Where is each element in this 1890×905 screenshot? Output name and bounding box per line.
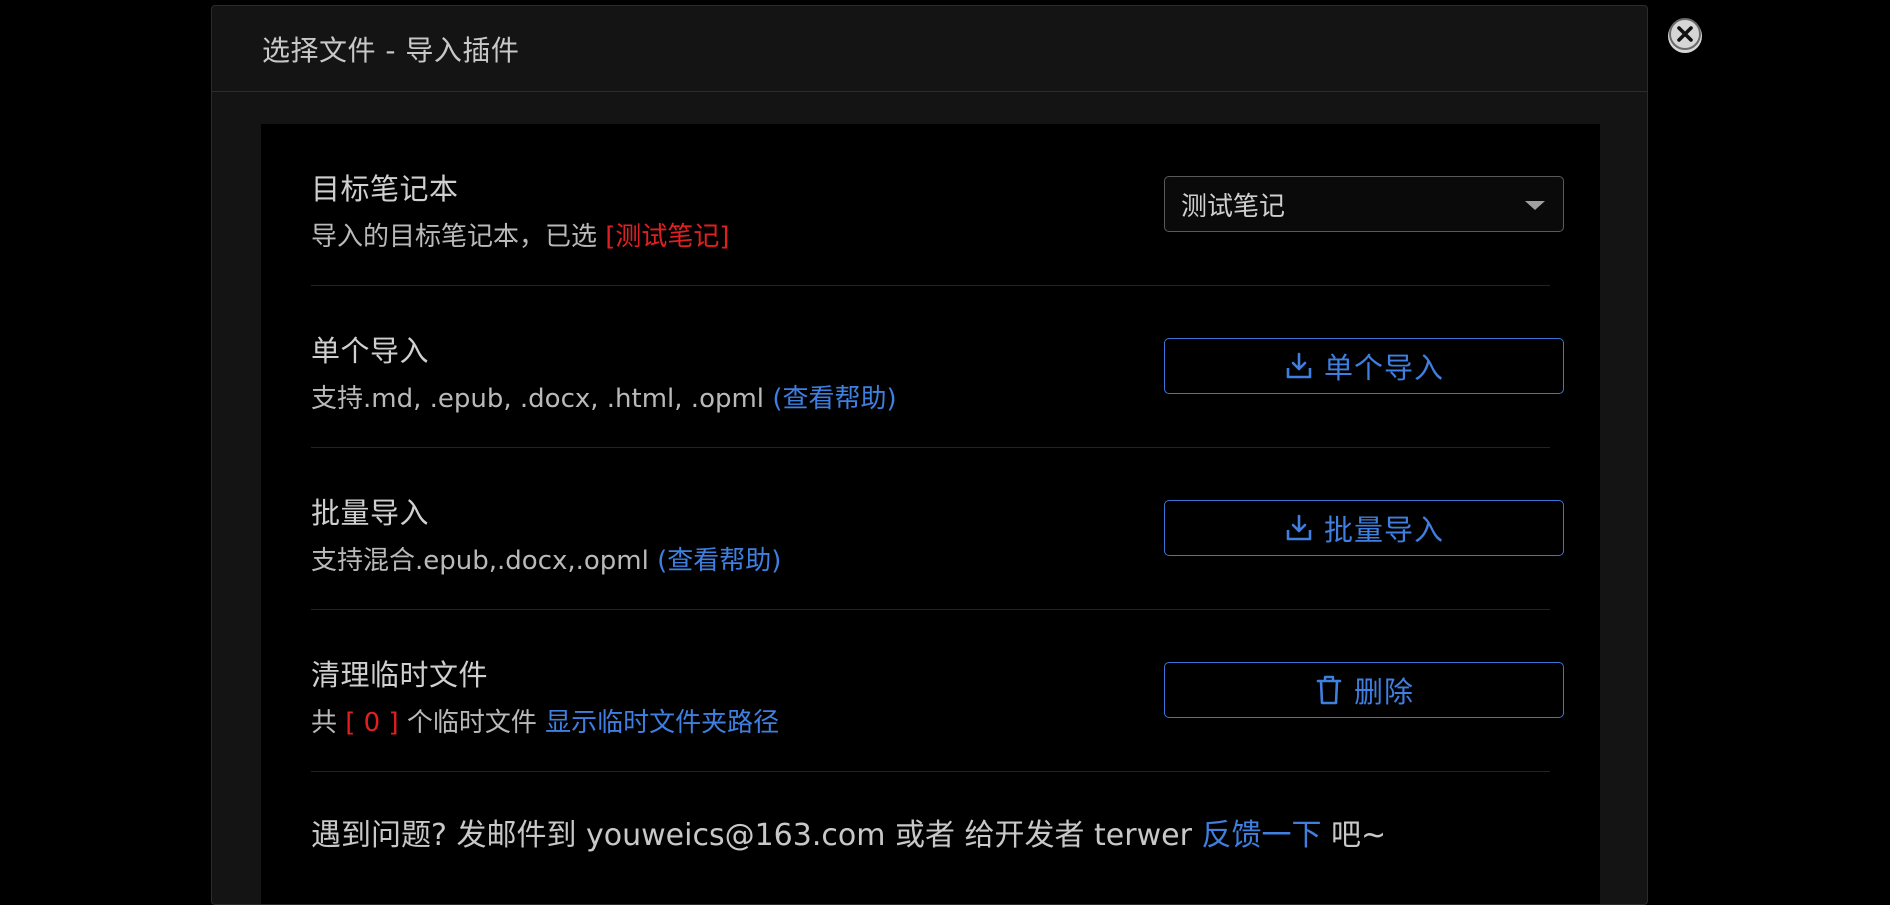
single-import-button-label: 单个导入 xyxy=(1323,351,1444,385)
single-import-desc-text: 支持.md, .epub, .docx, .html, .opml xyxy=(311,384,773,414)
download-icon xyxy=(1284,351,1314,381)
notebook-desc-text: 导入的目标笔记本，已选 xyxy=(311,222,606,252)
notebook-title: 目标笔记本 xyxy=(311,172,459,206)
footer-text: 遇到问题? 发邮件到 youweics@163.com 或者 给开发者 terw… xyxy=(311,818,1202,853)
batch-import-button-label: 批量导入 xyxy=(1323,513,1444,547)
cleanup-desc: 共 [ 0 ] 个临时文件 显示临时文件夹路径 xyxy=(311,702,779,739)
chevron-down-icon xyxy=(1525,201,1545,210)
delete-button-label: 删除 xyxy=(1353,675,1414,709)
notebook-row: 目标笔记本 导入的目标笔记本，已选 [测试笔记] 测试笔记 xyxy=(311,124,1564,286)
single-import-button[interactable]: 单个导入 xyxy=(1164,338,1564,394)
feedback-link[interactable]: 反馈一下 xyxy=(1201,818,1321,853)
batch-import-desc: 支持混合.epub,.docx,.opml (查看帮助) xyxy=(311,540,781,577)
close-button[interactable] xyxy=(1668,17,1702,55)
cleanup-desc-middle: 个临时文件 xyxy=(398,708,546,738)
trash-icon xyxy=(1314,674,1344,706)
cleanup-title: 清理临时文件 xyxy=(311,658,489,692)
batch-import-title: 批量导入 xyxy=(311,496,430,530)
delete-button[interactable]: 删除 xyxy=(1164,662,1564,718)
batch-import-button[interactable]: 批量导入 xyxy=(1164,500,1564,556)
cleanup-row: 清理临时文件 共 [ 0 ] 个临时文件 显示临时文件夹路径 删除 xyxy=(311,610,1564,772)
dialog-title: 选择文件 - 导入插件 xyxy=(262,33,520,67)
dialog-header: 选择文件 - 导入插件 xyxy=(212,6,1647,92)
dialog-content: 目标笔记本 导入的目标笔记本，已选 [测试笔记] 测试笔记 单个导入 支持.md… xyxy=(261,124,1600,904)
footer-suffix: 吧~ xyxy=(1321,818,1387,853)
close-icon xyxy=(1668,17,1702,55)
download-icon xyxy=(1284,513,1314,543)
import-dialog: 选择文件 - 导入插件 目标笔记本 导入的目标笔记本，已选 [测试笔记] 测试笔… xyxy=(211,5,1648,905)
show-temp-path-link[interactable]: 显示临时文件夹路径 xyxy=(545,708,779,738)
single-import-row: 单个导入 支持.md, .epub, .docx, .html, .opml (… xyxy=(311,286,1564,448)
temp-file-count: [ 0 ] xyxy=(345,708,399,738)
feedback-footer: 遇到问题? 发邮件到 youweics@163.com 或者 给开发者 terw… xyxy=(311,810,1386,854)
batch-import-help-link[interactable]: (查看帮助) xyxy=(657,546,781,576)
cleanup-desc-prefix: 共 xyxy=(311,708,346,738)
settings-list: 目标笔记本 导入的目标笔记本，已选 [测试笔记] 测试笔记 单个导入 支持.md… xyxy=(311,124,1564,853)
single-import-title: 单个导入 xyxy=(311,334,430,368)
batch-import-row: 批量导入 支持混合.epub,.docx,.opml (查看帮助) 批量导入 xyxy=(311,448,1564,610)
single-import-help-link[interactable]: (查看帮助) xyxy=(772,384,896,414)
batch-import-desc-text: 支持混合.epub,.docx,.opml xyxy=(311,546,658,576)
notebook-select-value: 测试笔记 xyxy=(1181,191,1286,222)
notebook-select[interactable]: 测试笔记 xyxy=(1164,176,1564,232)
selected-notebook-label: [测试笔记] xyxy=(605,222,730,252)
single-import-desc: 支持.md, .epub, .docx, .html, .opml (查看帮助) xyxy=(311,378,897,415)
notebook-desc: 导入的目标笔记本，已选 [测试笔记] xyxy=(311,216,730,253)
